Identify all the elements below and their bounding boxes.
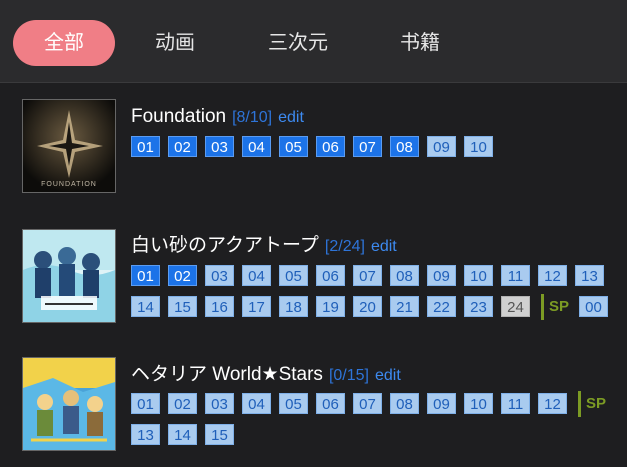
episode-button-12[interactable]: 12 xyxy=(538,265,567,286)
episode-button-16[interactable]: 16 xyxy=(205,296,234,317)
episode-button-07[interactable]: 07 xyxy=(353,265,382,286)
item-title[interactable]: 白い砂のアクアトープ xyxy=(131,235,319,256)
sp-divider xyxy=(541,294,544,320)
edit-link[interactable]: edit xyxy=(371,238,397,255)
episode-button-06[interactable]: 06 xyxy=(316,136,345,157)
episode-button-23[interactable]: 23 xyxy=(464,296,493,317)
episode-button-04[interactable]: 04 xyxy=(242,393,271,414)
episode-button-10[interactable]: 10 xyxy=(464,265,493,286)
episode-button-14[interactable]: 14 xyxy=(131,296,160,317)
episode-button-03[interactable]: 03 xyxy=(205,136,234,157)
episode-button-07[interactable]: 07 xyxy=(353,393,382,414)
sp-label: SP xyxy=(549,298,570,315)
episode-button-07[interactable]: 07 xyxy=(353,136,382,157)
episode-button-11[interactable]: 11 xyxy=(501,393,530,414)
sp-divider xyxy=(578,391,581,417)
episode-button-18[interactable]: 18 xyxy=(279,296,308,317)
episode-button-09[interactable]: 09 xyxy=(427,265,456,286)
episode-button-13[interactable]: 13 xyxy=(131,424,160,445)
progress-count: [8/10] xyxy=(232,109,273,126)
episode-button-01[interactable]: 01 xyxy=(131,265,160,286)
episode-button-10[interactable]: 10 xyxy=(464,136,493,157)
episode-button-14[interactable]: 14 xyxy=(168,424,197,445)
episode-button-19[interactable]: 19 xyxy=(316,296,345,317)
episode-button-01[interactable]: 01 xyxy=(131,393,160,414)
episode-button-15[interactable]: 15 xyxy=(168,296,197,317)
episode-button-06[interactable]: 06 xyxy=(316,265,345,286)
episode-button-24[interactable]: 24 xyxy=(501,296,530,317)
title-row: ヘタリア World★Stars [0/15] edit xyxy=(131,362,401,388)
episode-button-01[interactable]: 01 xyxy=(131,136,160,157)
episode-button-05[interactable]: 05 xyxy=(279,265,308,286)
edit-link[interactable]: edit xyxy=(278,109,304,126)
episode-button-08[interactable]: 08 xyxy=(390,136,419,157)
episode-button-13[interactable]: 13 xyxy=(575,265,604,286)
episode-button-21[interactable]: 21 xyxy=(390,296,419,317)
tab-real[interactable]: 三次元 xyxy=(255,20,341,66)
episode-button-02[interactable]: 02 xyxy=(168,393,197,414)
episode-button-02[interactable]: 02 xyxy=(168,136,197,157)
aquatope-cover-art xyxy=(23,230,115,322)
episode-button-11[interactable]: 11 xyxy=(501,265,530,286)
episode-button-22[interactable]: 22 xyxy=(427,296,456,317)
sp-episode-button-00[interactable]: 00 xyxy=(579,296,608,317)
hetalia-cover-art xyxy=(23,358,115,450)
episode-button-09[interactable]: 09 xyxy=(427,136,456,157)
episode-button-04[interactable]: 04 xyxy=(242,265,271,286)
tab-anime[interactable]: 动画 xyxy=(144,20,206,66)
edit-link[interactable]: edit xyxy=(375,367,401,384)
foundation-cover-art: FOUNDATION xyxy=(23,100,115,192)
category-tab-bar: 全部 动画 三次元 书籍 xyxy=(0,0,627,83)
episode-button-09[interactable]: 09 xyxy=(427,393,456,414)
episode-button-05[interactable]: 05 xyxy=(279,136,308,157)
episode-button-02[interactable]: 02 xyxy=(168,265,197,286)
episode-button-15[interactable]: 15 xyxy=(205,424,234,445)
progress-count: [2/24] xyxy=(324,238,365,255)
tab-books[interactable]: 书籍 xyxy=(385,20,455,66)
episode-button-10[interactable]: 10 xyxy=(464,393,493,414)
cover-image-aquatope[interactable] xyxy=(22,229,116,323)
episode-button-04[interactable]: 04 xyxy=(242,136,271,157)
progress-count: [0/15] xyxy=(328,367,369,384)
tab-all[interactable]: 全部 xyxy=(13,20,115,66)
episode-button-08[interactable]: 08 xyxy=(390,265,419,286)
sp-label: SP xyxy=(586,395,607,412)
item-title[interactable]: ヘタリア World★Stars xyxy=(131,364,323,385)
episode-button-05[interactable]: 05 xyxy=(279,393,308,414)
episode-button-03[interactable]: 03 xyxy=(205,265,234,286)
cover-image-hetalia[interactable] xyxy=(22,357,116,451)
episode-button-08[interactable]: 08 xyxy=(390,393,419,414)
title-row: 白い砂のアクアトープ [2/24] edit xyxy=(131,233,397,259)
item-title[interactable]: Foundation xyxy=(131,106,226,127)
episode-button-03[interactable]: 03 xyxy=(205,393,234,414)
cover-image-foundation[interactable]: FOUNDATION xyxy=(22,99,116,193)
svg-text:FOUNDATION: FOUNDATION xyxy=(41,181,97,188)
episode-button-06[interactable]: 06 xyxy=(316,393,345,414)
episode-button-20[interactable]: 20 xyxy=(353,296,382,317)
episode-button-12[interactable]: 12 xyxy=(538,393,567,414)
episode-button-17[interactable]: 17 xyxy=(242,296,271,317)
title-row: Foundation [8/10] edit xyxy=(131,104,304,130)
